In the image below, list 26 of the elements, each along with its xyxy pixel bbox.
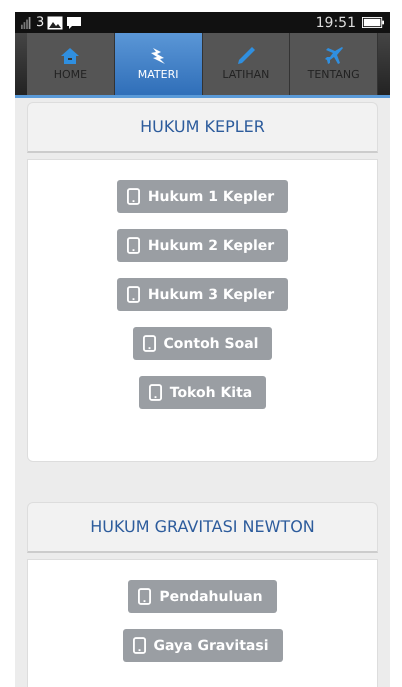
tablet-icon: [132, 637, 146, 654]
pen-icon: [236, 46, 256, 66]
image-icon: [47, 16, 64, 30]
menu-button[interactable]: Tokoh Kita: [138, 376, 266, 409]
tablet-icon: [126, 286, 140, 303]
nav-tab[interactable]: MATERI: [114, 33, 202, 95]
menu-button[interactable]: Contoh Soal: [132, 327, 272, 360]
network-label: 3: [36, 16, 44, 30]
menu-button[interactable]: Hukum 1 Kepler: [116, 180, 288, 213]
airplane-icon: [324, 46, 344, 66]
signal-icon: [21, 16, 33, 28]
tablet-icon: [142, 335, 156, 352]
battery-icon: [362, 17, 384, 28]
tablet-icon: [138, 588, 152, 605]
tablet-icon: [148, 384, 162, 401]
section-title: HUKUM KEPLER: [140, 117, 265, 137]
menu-button[interactable]: Pendahuluan: [128, 580, 277, 613]
tablet-icon: [126, 237, 140, 254]
section-title: HUKUM GRAVITASI NEWTON: [90, 517, 315, 537]
menu-button[interactable]: Gaya Gravitasi: [122, 629, 282, 662]
tablet-icon: [126, 188, 140, 205]
clock: 19:51: [316, 14, 356, 30]
menu-button[interactable]: Hukum 3 Kepler: [116, 278, 288, 311]
chat-icon: [66, 16, 82, 30]
menu-button[interactable]: Hukum 2 Kepler: [116, 229, 288, 262]
house-icon: [60, 46, 80, 66]
